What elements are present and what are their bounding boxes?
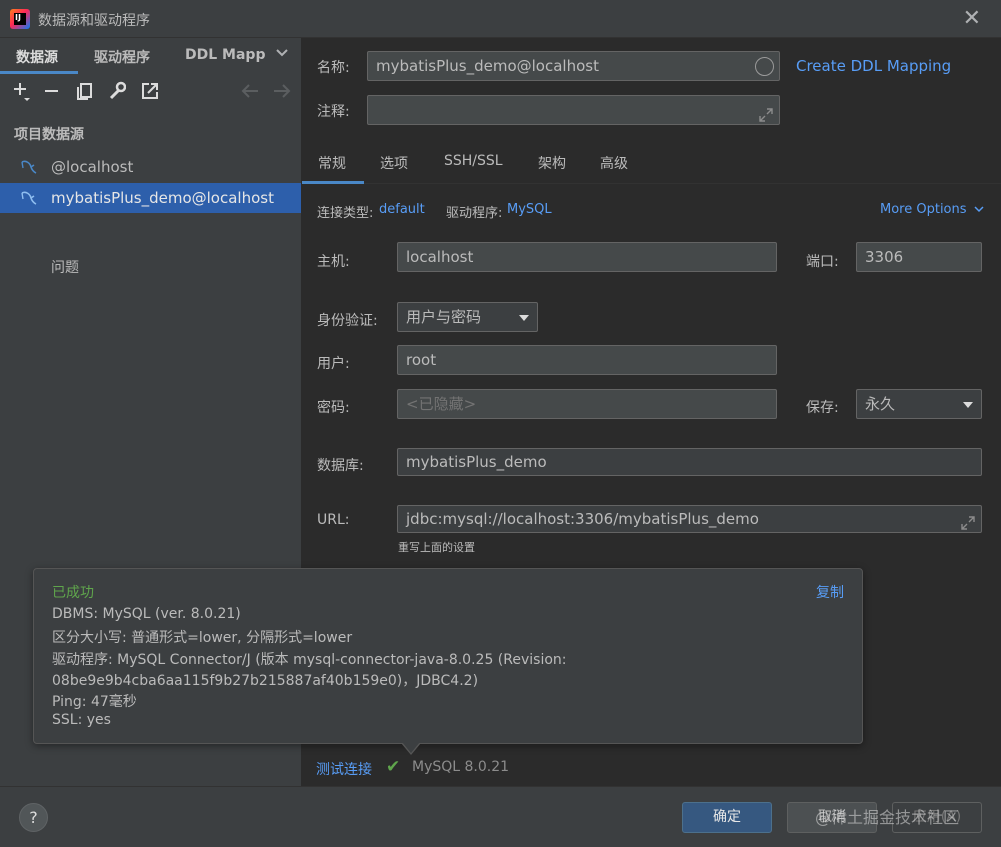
active-tab-indicator bbox=[0, 71, 78, 74]
dropdown-arrow-icon bbox=[519, 315, 529, 321]
intellij-app-icon: IJ bbox=[10, 9, 30, 29]
password-field[interactable]: <已隐藏> bbox=[397, 389, 777, 419]
settings-tabs: 常规 选项 SSH/SSL 架构 高级 bbox=[302, 140, 1001, 184]
left-tabs: 数据源 驱动程序 DDL Mapp bbox=[0, 38, 302, 74]
bottom-bar: ? 确定 取消 应用(A) @稀土掘金技术社区 bbox=[0, 786, 1001, 847]
tab-options[interactable]: 选项 bbox=[380, 153, 408, 173]
port-field[interactable]: 3306 bbox=[856, 242, 982, 272]
tab-drivers[interactable]: 驱动程序 bbox=[94, 47, 150, 67]
save-value: 永久 bbox=[865, 395, 896, 413]
popup-line: 08be9e9b4cba6aa115f9b27b215887af40b159e0… bbox=[52, 673, 479, 689]
help-button[interactable]: ? bbox=[19, 803, 48, 832]
mysql-dolphin-icon bbox=[20, 159, 38, 175]
host-field[interactable]: localhost bbox=[397, 242, 777, 272]
popup-line: DBMS: MySQL (ver. 8.0.21) bbox=[52, 606, 241, 622]
mysql-dolphin-icon bbox=[20, 190, 38, 206]
save-select[interactable]: 永久 bbox=[856, 389, 982, 419]
popup-line: 驱动程序: MySQL Connector/J (版本 mysql-connec… bbox=[52, 652, 567, 668]
dropdown-arrow-icon bbox=[963, 402, 973, 408]
copy-link[interactable]: 复制 bbox=[816, 582, 844, 602]
auth-select[interactable]: 用户与密码 bbox=[397, 302, 538, 332]
wrench-icon[interactable] bbox=[108, 80, 127, 108]
url-value: jdbc:mysql://localhost:3306/mybatisPlus_… bbox=[406, 510, 759, 528]
driver-link[interactable]: MySQL bbox=[507, 202, 552, 217]
password-label: 密码: bbox=[317, 400, 350, 416]
remove-icon[interactable] bbox=[44, 80, 60, 108]
project-data-sources-heading: 项目数据源 bbox=[14, 127, 84, 143]
name-label: 名称: bbox=[317, 60, 350, 76]
connection-type-label: 连接类型: bbox=[317, 206, 374, 221]
ok-button[interactable]: 确定 bbox=[682, 802, 772, 833]
chevron-down-icon[interactable] bbox=[275, 44, 289, 63]
server-version: MySQL 8.0.21 bbox=[412, 759, 510, 775]
name-value: mybatisPlus_demo@localhost bbox=[376, 57, 599, 75]
save-label: 保存: bbox=[806, 400, 839, 416]
comment-field[interactable] bbox=[367, 95, 780, 125]
tab-schemas[interactable]: 架构 bbox=[538, 153, 566, 173]
popup-line: Ping: 47毫秒 bbox=[52, 694, 137, 710]
problems-item[interactable]: 问题 bbox=[51, 257, 79, 277]
url-label: URL: bbox=[317, 512, 350, 528]
user-label: 用户: bbox=[317, 356, 350, 372]
tree-item-mybatisplus-demo[interactable]: mybatisPlus_demo@localhost bbox=[0, 183, 301, 213]
more-options-label: More Options bbox=[880, 202, 967, 217]
tab-advanced[interactable]: 高级 bbox=[600, 153, 628, 173]
popup-line: SSL: yes bbox=[52, 712, 111, 728]
left-toolbar bbox=[0, 78, 302, 106]
driver-label: 驱动程序: bbox=[446, 206, 503, 221]
open-external-icon[interactable] bbox=[141, 80, 159, 108]
add-icon[interactable] bbox=[12, 80, 32, 108]
title-bar: IJ 数据源和驱动程序 ✕ bbox=[0, 0, 1001, 38]
database-label: 数据库: bbox=[317, 458, 364, 474]
tree-item-label: mybatisPlus_demo@localhost bbox=[51, 189, 274, 207]
url-override-hint: 重写上面的设置 bbox=[398, 541, 475, 554]
active-tab-indicator bbox=[302, 181, 364, 184]
duplicate-icon[interactable] bbox=[76, 80, 94, 108]
chevron-down-icon bbox=[974, 206, 984, 213]
test-connection-link[interactable]: 测试连接 bbox=[316, 759, 372, 779]
tab-ddl-mappings[interactable]: DDL Mapp bbox=[185, 47, 265, 63]
auth-label: 身份验证: bbox=[317, 313, 378, 329]
forward-arrow-icon[interactable] bbox=[272, 80, 292, 108]
popup-line: 区分大小写: 普通形式=lower, 分隔形式=lower bbox=[52, 630, 353, 646]
expand-icon[interactable] bbox=[759, 103, 773, 122]
popup-pointer-fill bbox=[402, 742, 420, 753]
create-ddl-mapping-link[interactable]: Create DDL Mapping bbox=[796, 57, 951, 75]
checkmark-icon: ✔ bbox=[386, 757, 401, 777]
connection-type-link[interactable]: default bbox=[379, 202, 425, 217]
test-result-popup: 已成功 复制 DBMS: MySQL (ver. 8.0.21) 区分大小写: … bbox=[33, 568, 863, 744]
port-label: 端口: bbox=[806, 254, 839, 270]
tab-general[interactable]: 常规 bbox=[318, 153, 346, 173]
name-field[interactable]: mybatisPlus_demo@localhost bbox=[367, 51, 780, 81]
url-field[interactable]: jdbc:mysql://localhost:3306/mybatisPlus_… bbox=[397, 505, 982, 533]
popup-title: 已成功 bbox=[52, 585, 94, 601]
more-options-link[interactable]: More Options bbox=[880, 202, 984, 217]
database-field[interactable]: mybatisPlus_demo bbox=[397, 448, 982, 476]
color-circle-icon[interactable] bbox=[755, 57, 774, 76]
window-title: 数据源和驱动程序 bbox=[38, 13, 150, 29]
back-arrow-icon[interactable] bbox=[240, 80, 260, 108]
comment-label: 注释: bbox=[317, 104, 350, 120]
auth-value: 用户与密码 bbox=[406, 308, 482, 326]
host-label: 主机: bbox=[317, 254, 350, 270]
tab-data-sources[interactable]: 数据源 bbox=[16, 47, 58, 67]
expand-icon[interactable] bbox=[961, 512, 975, 530]
tree-item-localhost[interactable]: @localhost bbox=[0, 152, 301, 182]
tree-item-label: @localhost bbox=[51, 158, 134, 176]
user-field[interactable]: root bbox=[397, 345, 777, 375]
watermark: @稀土掘金技术社区 bbox=[815, 808, 960, 827]
tab-ssh-ssl[interactable]: SSH/SSL bbox=[444, 153, 503, 169]
close-icon[interactable]: ✕ bbox=[963, 6, 981, 32]
